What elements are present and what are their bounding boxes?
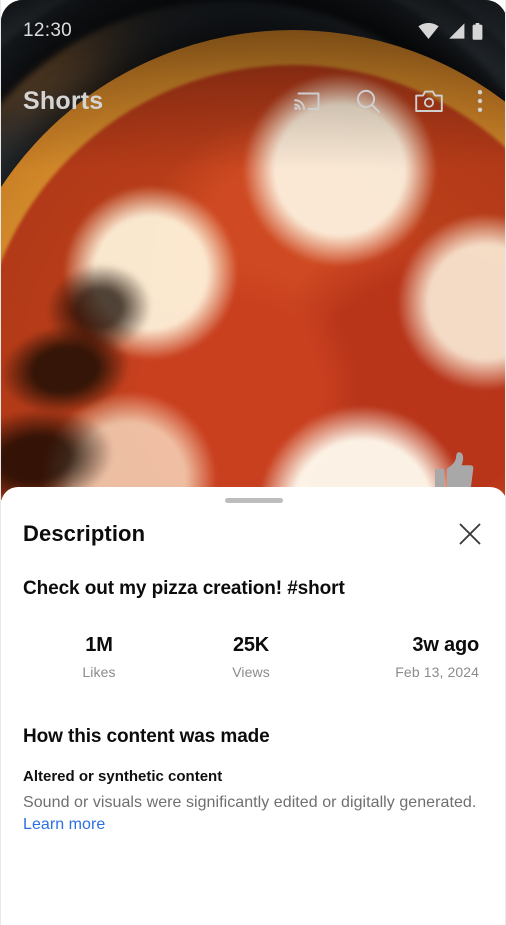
stat-label: Views	[232, 663, 270, 680]
more-options-icon[interactable]	[477, 89, 483, 113]
description-bottom-sheet: Description Check out my pizza creation!…	[1, 487, 505, 925]
sheet-title: Description	[23, 521, 146, 546]
stat-value: 1M	[85, 633, 113, 656]
stat-label: Feb 13, 2024	[395, 663, 479, 680]
shorts-app-bar: Shorts	[1, 78, 505, 124]
shorts-video-player[interactable]	[1, 0, 505, 500]
camera-icon[interactable]	[415, 90, 443, 113]
cast-icon[interactable]	[293, 89, 321, 113]
status-bar: 12:30	[1, 0, 505, 62]
app-bar-actions	[293, 88, 483, 114]
how-content-was-made-section: How this content was made Altered or syn…	[1, 680, 505, 837]
phone-screen: 12:30 Shorts Description Check out my pi…	[0, 0, 506, 925]
wifi-icon	[418, 23, 439, 39]
stat-label: Likes	[82, 663, 116, 680]
battery-icon	[472, 22, 483, 40]
sheet-header: Description	[1, 503, 505, 549]
stat-views: 25K Views	[175, 634, 327, 680]
stat-likes: 1M Likes	[23, 634, 175, 680]
video-description: Check out my pizza creation! #short	[23, 578, 345, 599]
close-button[interactable]	[455, 519, 485, 549]
how-made-body: Sound or visuals were significantly edit…	[23, 792, 485, 837]
stat-published: 3w ago Feb 13, 2024	[327, 634, 485, 680]
page-title: Shorts	[23, 86, 104, 115]
learn-more-link[interactable]: Learn more	[23, 816, 105, 833]
status-bar-icons	[418, 22, 483, 40]
how-made-body-text: Sound or visuals were significantly edit…	[23, 793, 477, 811]
stat-value: 25K	[232, 633, 270, 656]
cellular-signal-icon	[449, 23, 465, 39]
how-made-subtitle: Altered or synthetic content	[23, 767, 223, 785]
how-made-title: How this content was made	[23, 725, 270, 747]
search-icon[interactable]	[355, 88, 381, 114]
stat-value: 3w ago	[412, 633, 479, 656]
video-stats: 1M Likes 25K Views 3w ago Feb 13, 2024	[1, 602, 505, 680]
status-bar-clock: 12:30	[23, 20, 73, 41]
close-icon	[459, 523, 481, 545]
